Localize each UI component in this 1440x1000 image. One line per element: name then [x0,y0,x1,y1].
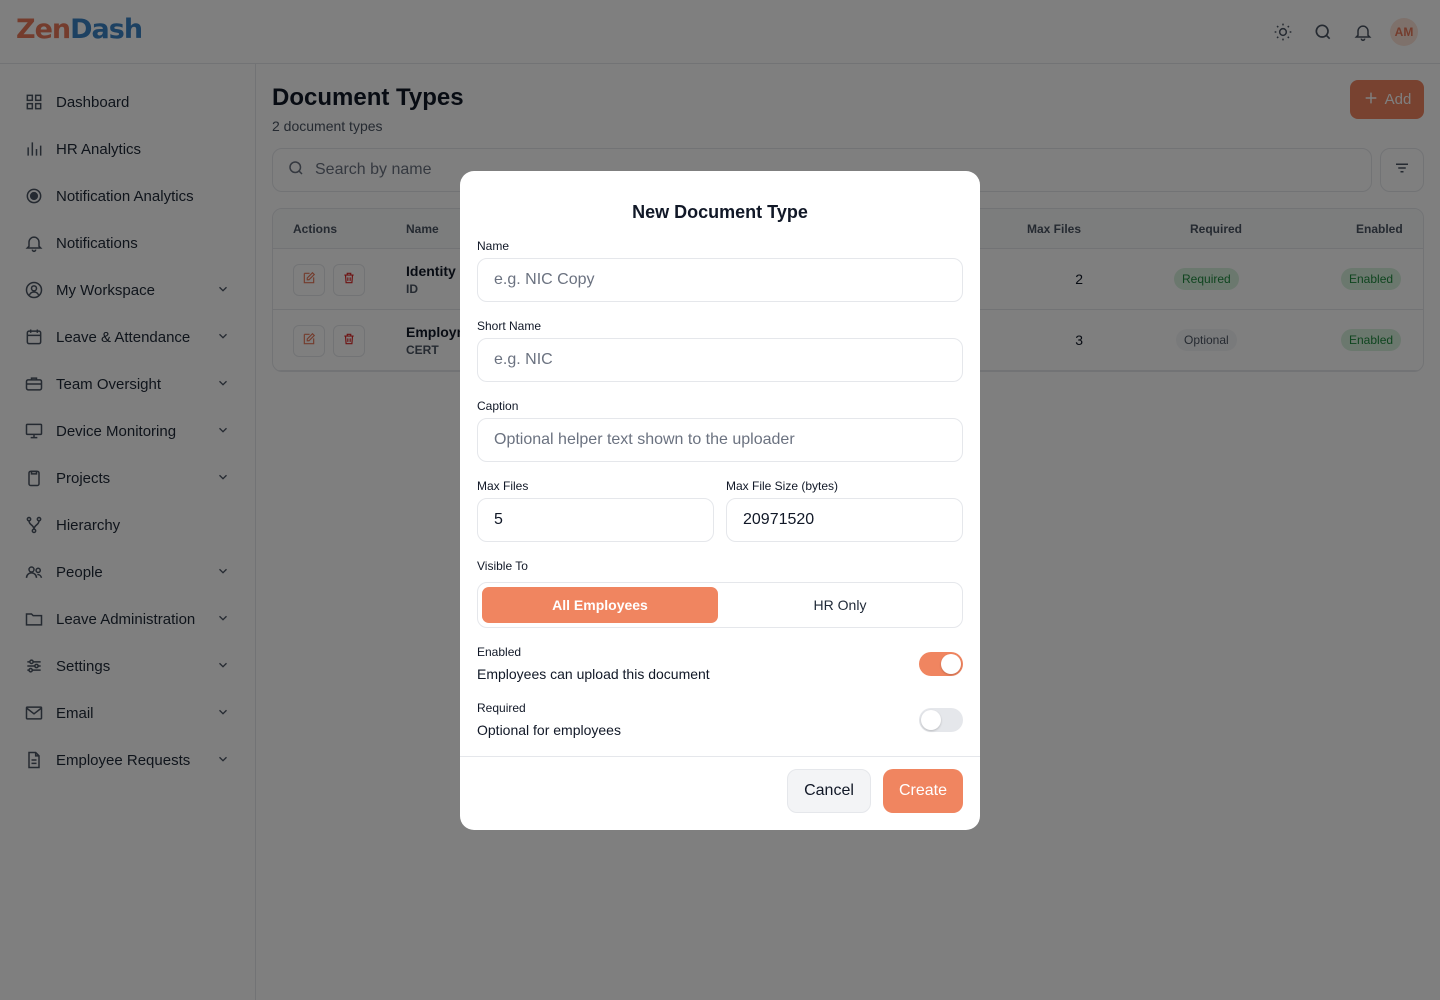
max-files-input[interactable]: 5 [477,498,714,542]
create-button[interactable]: Create [883,769,963,813]
caption-label: Caption [477,399,519,413]
visible-to-label: Visible To [477,559,528,573]
short-name-label: Short Name [477,319,542,333]
max-file-size-label: Max File Size (bytes) [726,479,839,493]
enabled-toggle[interactable] [919,652,963,676]
max-file-size-input[interactable]: 20971520 [726,498,963,542]
required-title: Required [477,701,526,715]
required-description: Optional for employees [477,722,621,738]
toggle-knob [941,654,961,674]
enabled-description: Employees can upload this document [477,666,710,682]
dialog-title: New Document Type [632,202,808,222]
enabled-title: Enabled [477,645,522,659]
cancel-button[interactable]: Cancel [787,769,871,813]
required-toggle[interactable] [919,708,963,732]
option-all-employees[interactable]: All Employees [482,587,718,623]
max-files-label: Max Files [477,479,529,493]
dialog-footer-divider [460,756,980,757]
toggle-knob [921,710,941,730]
short-name-input[interactable]: e.g. NIC [477,338,963,382]
name-input[interactable]: e.g. NIC Copy [477,258,963,302]
name-label: Name [477,239,510,253]
visible-to-segmented-control: All Employees HR Only [477,582,963,628]
caption-input[interactable]: Optional helper text shown to the upload… [477,418,963,462]
new-document-type-dialog: New Document Type Name e.g. NIC Copy Sho… [460,171,980,830]
option-hr-only[interactable]: HR Only [722,587,958,623]
